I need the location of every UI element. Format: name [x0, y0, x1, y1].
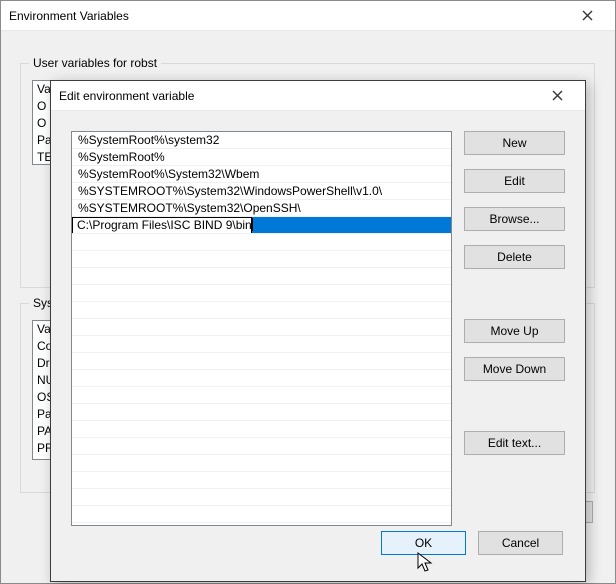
path-entry[interactable]	[72, 302, 451, 319]
new-button[interactable]: New	[464, 131, 565, 155]
path-entry-input[interactable]: C:\Program Files\ISC BIND 9\bin	[72, 217, 252, 234]
path-entry[interactable]	[72, 489, 451, 506]
front-titlebar: Edit environment variable	[51, 81, 585, 111]
cancel-button[interactable]: Cancel	[478, 531, 563, 555]
user-variables-legend: User variables for robst	[29, 56, 161, 70]
browse-button[interactable]: Browse...	[464, 207, 565, 231]
edit-environment-variable-dialog: Edit environment variable %SystemRoot%\s…	[50, 80, 586, 582]
path-entry[interactable]	[72, 370, 451, 387]
path-entry[interactable]: %SYSTEMROOT%\System32\OpenSSH\	[72, 200, 451, 217]
move-up-button[interactable]: Move Up	[464, 319, 565, 343]
path-entry[interactable]: %SystemRoot%\System32\Wbem	[72, 166, 451, 183]
path-entry[interactable]	[72, 404, 451, 421]
close-icon[interactable]	[537, 82, 577, 110]
path-entry[interactable]	[72, 336, 451, 353]
path-entries-list[interactable]: %SystemRoot%\system32 %SystemRoot% %Syst…	[71, 131, 452, 526]
path-entry[interactable]	[72, 353, 451, 370]
move-down-button[interactable]: Move Down	[464, 357, 565, 381]
path-entry[interactable]	[72, 251, 451, 268]
delete-button[interactable]: Delete	[464, 245, 565, 269]
path-entry[interactable]	[72, 387, 451, 404]
path-entry[interactable]: %SystemRoot%	[72, 149, 451, 166]
path-entry[interactable]	[72, 319, 451, 336]
path-entry[interactable]	[72, 455, 451, 472]
back-window-title: Environment Variables	[9, 9, 129, 23]
back-titlebar: Environment Variables	[1, 1, 615, 31]
edit-button[interactable]: Edit	[464, 169, 565, 193]
text-caret	[252, 218, 253, 231]
path-entry-input-text: C:\Program Files\ISC BIND 9\bin	[77, 218, 252, 232]
path-entry[interactable]	[72, 268, 451, 285]
path-entry[interactable]	[72, 506, 451, 523]
path-entry[interactable]	[72, 438, 451, 455]
path-entry[interactable]	[72, 421, 451, 438]
edit-text-button[interactable]: Edit text...	[464, 431, 565, 455]
path-entry[interactable]	[72, 234, 451, 251]
dialog-bottom-buttons: OK Cancel	[51, 531, 585, 569]
path-entry[interactable]: %SYSTEMROOT%\System32\WindowsPowerShell\…	[72, 183, 451, 200]
path-entry-editing[interactable]: C:\Program Files\ISC BIND 9\bin	[72, 217, 451, 234]
path-entry[interactable]	[72, 472, 451, 489]
close-icon[interactable]	[567, 2, 607, 30]
side-button-column: New Edit Browse... Delete Move Up Move D…	[464, 131, 565, 469]
path-entry[interactable]: %SystemRoot%\system32	[72, 132, 451, 149]
front-window-title: Edit environment variable	[59, 89, 194, 103]
ok-button[interactable]: OK	[381, 531, 466, 555]
path-entry[interactable]	[72, 285, 451, 302]
